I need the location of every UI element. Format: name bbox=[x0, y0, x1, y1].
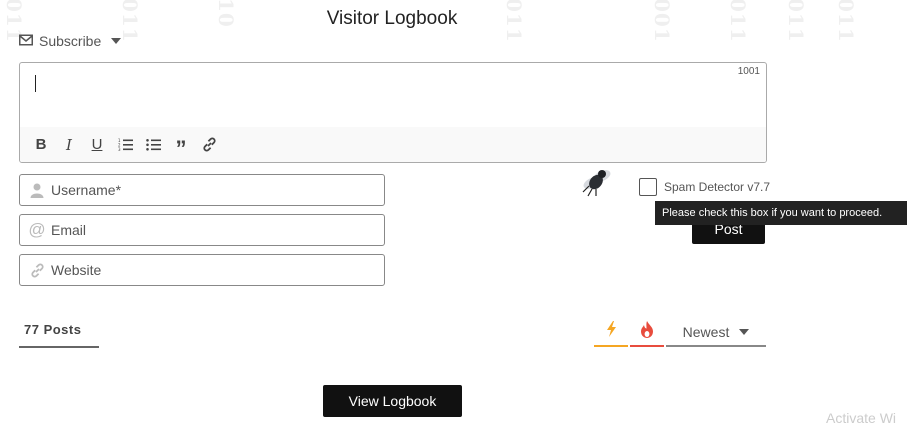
caret-down-icon bbox=[739, 328, 750, 335]
website-field[interactable] bbox=[19, 254, 385, 286]
tab-trending[interactable] bbox=[594, 318, 628, 347]
bold-icon[interactable]: B bbox=[30, 134, 52, 156]
sort-label: Newest bbox=[682, 323, 730, 340]
ordered-list-icon[interactable]: 123 bbox=[114, 134, 136, 156]
email-input[interactable] bbox=[49, 216, 384, 244]
bullet-list-icon[interactable] bbox=[142, 134, 164, 156]
spam-detector-label: Spam Detector v7.7 bbox=[664, 180, 771, 194]
posts-count: 77 Posts bbox=[19, 322, 99, 348]
comment-editor[interactable]: 1001 B I U 123 ” bbox=[19, 62, 767, 163]
quote-icon[interactable]: ” bbox=[170, 130, 192, 161]
flame-icon bbox=[640, 320, 654, 343]
svg-text:3: 3 bbox=[118, 147, 121, 151]
sort-dropdown[interactable]: Newest bbox=[666, 318, 766, 347]
italic-icon[interactable]: I bbox=[58, 134, 80, 156]
username-input[interactable] bbox=[49, 176, 384, 204]
spam-checkbox[interactable] bbox=[639, 178, 657, 196]
tab-hot[interactable] bbox=[630, 318, 664, 347]
email-field[interactable]: @ bbox=[19, 214, 385, 246]
username-field[interactable] bbox=[19, 174, 385, 206]
website-input[interactable] bbox=[49, 256, 384, 284]
spam-detector[interactable]: Spam Detector v7.7 bbox=[639, 178, 770, 196]
lightning-icon bbox=[606, 321, 617, 342]
spam-tooltip: Please check this box if you want to pro… bbox=[655, 201, 907, 225]
at-sign-icon: @ bbox=[28, 220, 46, 239]
fly-icon bbox=[579, 164, 615, 203]
link-icon bbox=[25, 263, 49, 278]
subscribe-dropdown[interactable]: Subscribe bbox=[19, 33, 122, 49]
character-counter: 1001 bbox=[737, 66, 760, 77]
editor-toolbar: B I U 123 ” bbox=[20, 127, 766, 162]
activate-windows-watermark: Activate Wi bbox=[826, 410, 897, 426]
envelope-icon bbox=[19, 33, 33, 49]
page-title: Visitor Logbook bbox=[326, 8, 458, 29]
caret-down-icon bbox=[111, 38, 122, 44]
subscribe-label: Subscribe bbox=[39, 33, 102, 49]
user-icon bbox=[25, 183, 49, 198]
background-digits: 011 bbox=[834, 0, 858, 40]
underline-icon[interactable]: U bbox=[86, 134, 108, 156]
view-logbook-button[interactable]: View Logbook bbox=[323, 385, 462, 417]
background-digits: 0110 bbox=[784, 0, 808, 40]
link-icon[interactable] bbox=[198, 134, 220, 156]
text-cursor bbox=[35, 75, 36, 92]
